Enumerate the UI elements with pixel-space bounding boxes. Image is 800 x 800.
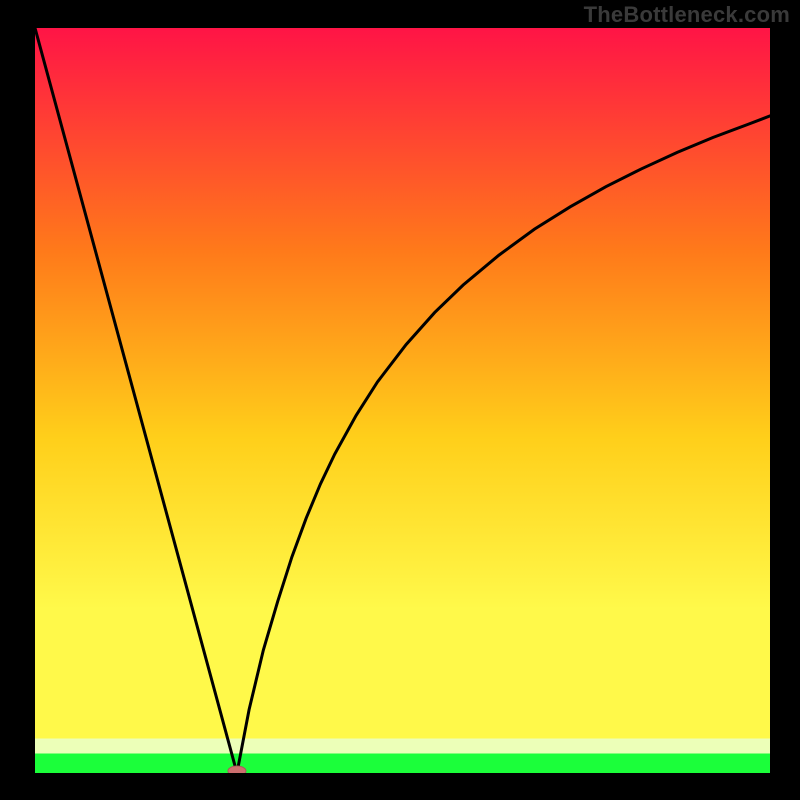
watermark-text: TheBottleneck.com (584, 2, 790, 28)
minimum-marker (228, 766, 246, 773)
bottleneck-chart (35, 28, 770, 773)
gradient-background (35, 28, 770, 773)
chart-frame: TheBottleneck.com (0, 0, 800, 800)
plot-area (35, 28, 770, 773)
